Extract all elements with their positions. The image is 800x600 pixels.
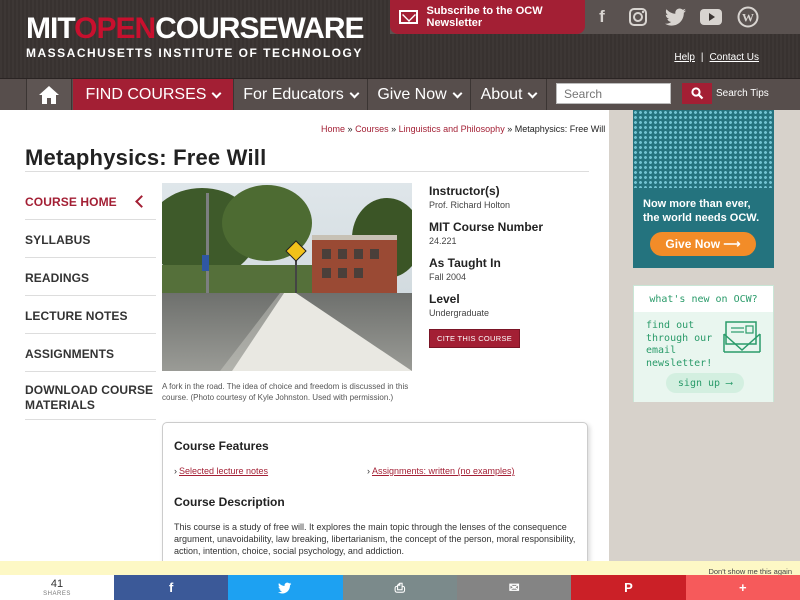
title-divider: [25, 171, 589, 172]
search-icon: [690, 87, 703, 100]
facebook-icon: f: [168, 580, 174, 595]
instructor-value: Prof. Richard Holton: [429, 200, 511, 210]
help-link[interactable]: Help: [674, 52, 695, 63]
breadcrumb-courses[interactable]: Courses: [355, 124, 389, 134]
sidebar-item-syllabus[interactable]: SYLLABUS: [25, 220, 156, 258]
course-number-label: MIT Course Number: [429, 220, 544, 234]
course-photo: [162, 183, 412, 371]
logo-courseware: COURSEWARE: [155, 12, 364, 45]
notice-bar: [0, 561, 800, 575]
photo-caption: A fork in the road. The idea of choice a…: [162, 382, 409, 402]
feature-link-assignments[interactable]: Assignments: written (no examples): [367, 466, 515, 476]
chevron-down-icon: [212, 88, 222, 98]
header-links: Help | Contact Us: [674, 52, 759, 63]
course-sidebar: COURSE HOME SYLLABUS READINGS LECTURE NO…: [25, 182, 156, 420]
give-now-button[interactable]: Give Now ⟶: [650, 232, 756, 256]
page-title: Metaphysics: Free Will: [25, 145, 267, 170]
newsletter-ad[interactable]: what's new on OCW? find out through our …: [633, 285, 774, 402]
course-number-value: 24.221: [429, 236, 457, 246]
breadcrumb-department[interactable]: Linguistics and Philosophy: [399, 124, 505, 134]
instagram-icon[interactable]: [625, 5, 651, 29]
search-tips-link[interactable]: Search Tips: [716, 88, 769, 99]
logo-open: OPEN: [74, 12, 156, 45]
nav-for-educators[interactable]: For Educators: [234, 79, 368, 111]
ocw-logo[interactable]: MITOPENCOURSEWARE: [26, 12, 365, 45]
search-button[interactable]: [682, 83, 712, 104]
share-bar: 41 SHARES f ⎙ ✉ P +: [0, 575, 800, 600]
nav-about[interactable]: About: [471, 79, 547, 111]
course-description-heading: Course Description: [174, 495, 285, 509]
feature-link-lecture-notes[interactable]: Selected lecture notes: [174, 466, 268, 476]
share-count-number: 41: [50, 578, 64, 590]
sidebar-item-readings[interactable]: READINGS: [25, 258, 156, 296]
envelope-icon: [723, 321, 761, 353]
logo-subtitle: MASSACHUSETTS INSTITUTE OF TECHNOLOGY: [26, 46, 363, 60]
logo-mit: MIT: [26, 12, 75, 45]
course-info: Instructor(s) Prof. Richard Holton MIT C…: [429, 184, 599, 348]
breadcrumb-home[interactable]: Home: [321, 124, 345, 134]
newsletter-subscribe-button[interactable]: Subscribe to the OCW Newsletter: [390, 0, 585, 34]
print-icon: ⎙: [394, 579, 406, 595]
share-pinterest-button[interactable]: P: [571, 575, 686, 600]
as-taught-in-value: Fall 2004: [429, 272, 467, 282]
course-description-text: This course is a study of free will. It …: [174, 522, 576, 557]
cite-this-course-button[interactable]: CITE THIS COURSE: [429, 329, 521, 348]
share-email-button[interactable]: ✉: [456, 575, 572, 600]
sidebar-item-download-course-materials[interactable]: DOWNLOAD COURSE MATERIALS: [25, 372, 156, 420]
as-taught-in-label: As Taught In: [429, 256, 501, 270]
course-features-heading: Course Features: [174, 439, 269, 453]
plus-icon: +: [739, 580, 747, 595]
main-nav: FIND COURSES For Educators Give Now Abou…: [0, 78, 800, 111]
email-icon: ✉: [508, 579, 520, 595]
sidebar-item-lecture-notes[interactable]: LECTURE NOTES: [25, 296, 156, 334]
instructor-label: Instructor(s): [429, 184, 500, 198]
newsletter-label: Subscribe to the OCW Newsletter: [426, 5, 543, 29]
share-count-label: SHARES: [43, 591, 71, 597]
breadcrumb: Home » Courses » Linguistics and Philoso…: [321, 124, 606, 134]
give-now-ad[interactable]: Now more than ever, the world needs OCW.…: [633, 110, 774, 268]
level-value: Undergraduate: [429, 308, 490, 318]
nav-find-courses[interactable]: FIND COURSES: [73, 79, 234, 111]
twitter-icon: [278, 582, 292, 593]
sidebar-item-course-home[interactable]: COURSE HOME: [25, 182, 156, 220]
search-input[interactable]: [556, 83, 671, 104]
share-more-button[interactable]: +: [685, 575, 800, 600]
sign-up-button[interactable]: sign up ⟶: [666, 373, 744, 393]
contact-us-link[interactable]: Contact Us: [710, 52, 759, 63]
share-facebook-button[interactable]: f: [114, 575, 229, 600]
svg-text:W: W: [742, 11, 754, 25]
mail-icon: [399, 10, 418, 24]
chevron-down-icon: [527, 88, 538, 98]
course-features-box: Course Features Selected lecture notes A…: [162, 422, 588, 572]
nav-give-now[interactable]: Give Now: [368, 79, 471, 111]
chevron-down-icon: [349, 88, 360, 98]
sidebar-item-assignments[interactable]: ASSIGNMENTS: [25, 334, 156, 372]
facebook-icon[interactable]: f: [589, 5, 615, 29]
home-icon: [39, 86, 59, 104]
share-print-button[interactable]: ⎙: [342, 575, 457, 600]
pinterest-icon: P: [624, 580, 633, 595]
twitter-icon[interactable]: [663, 5, 689, 29]
breadcrumb-current: Metaphysics: Free Will: [514, 124, 606, 134]
newsletter-ad-heading: what's new on OCW?: [649, 293, 758, 305]
youtube-icon[interactable]: [698, 5, 724, 29]
chevron-down-icon: [452, 88, 463, 98]
home-button[interactable]: [26, 79, 72, 111]
share-twitter-button[interactable]: [228, 575, 343, 600]
level-label: Level: [429, 292, 460, 306]
give-ad-message: Now more than ever, the world needs OCW.: [643, 198, 760, 224]
share-count: 41 SHARES: [0, 575, 114, 600]
world-map-graphic: [633, 110, 774, 188]
wordpress-icon[interactable]: W: [735, 5, 761, 29]
chevron-left-icon: [135, 195, 148, 208]
newsletter-ad-text: find out through our email newsletter!: [646, 320, 713, 369]
